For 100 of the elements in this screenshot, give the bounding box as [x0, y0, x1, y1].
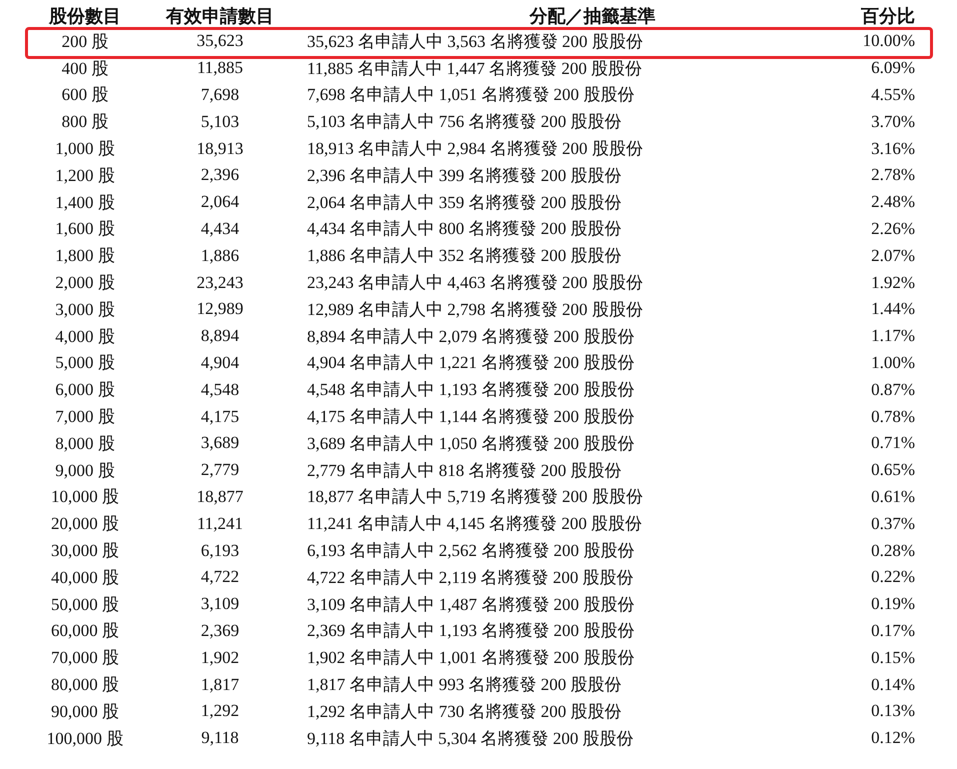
table-cell: 1.92% [871, 272, 915, 293]
table-cell: 0.78% [871, 406, 915, 427]
table-cell: 4,722 [200, 567, 240, 588]
column-header: 股份數目 [49, 5, 121, 28]
table-cell: 2.48% [871, 192, 915, 212]
table-cell-text: 1,886 名申請人中 352 名將獲發 200 股股份 [306, 245, 622, 268]
table-cell: 2.78% [871, 165, 915, 186]
table-cell-text: 3,109 名申請人中 1,487 名將獲發 200 股股份 [306, 594, 636, 616]
table-cell-text: 9,000 股 [55, 460, 115, 482]
table-cell: 0.28% [871, 540, 915, 561]
table-cell: 4.55% [871, 84, 915, 105]
table-cell-text: 600 股 [62, 84, 108, 106]
table-cell-text: 35,623 名申請人中 3,563 名將獲發 200 股股份 [306, 30, 644, 53]
table-cell: 1,902 [200, 648, 240, 668]
table-cell-text: 8,000 股 [55, 432, 115, 455]
table-cell: 11,241 [196, 514, 244, 534]
table-cell: 0.13% [871, 701, 915, 722]
table-cell: 0.14% [871, 674, 915, 695]
table-cell-text: 1,200 股 [55, 164, 115, 187]
table-cell-text: 2,064 名申請人中 359 名將獲發 200 股股份 [306, 192, 622, 214]
table-cell: 2,064 [200, 192, 240, 212]
table-cell: 0.71% [871, 433, 915, 454]
table-cell-text: 7,698 名申請人中 1,051 名將獲發 200 股股份 [306, 84, 636, 106]
table-cell-text: 4,000 股 [55, 326, 115, 348]
table-cell: 0.17% [871, 620, 915, 641]
column-header: 分配／抽籤基準 [528, 5, 656, 28]
table-cell: 0.61% [871, 486, 915, 507]
table-cell: 5,103 [200, 112, 240, 132]
table-cell-text: 200 股 [62, 30, 108, 53]
table-cell: 2,369 [200, 620, 240, 641]
table-cell-text: 2,396 名申請人中 399 名將獲發 200 股股份 [306, 164, 622, 187]
table-cell-text: 60,000 股 [51, 620, 119, 642]
table-cell-text: 18,877 名申請人中 5,719 名將獲發 200 股股份 [306, 486, 644, 508]
table-cell-text: 50,000 股 [51, 594, 119, 616]
table-cell-text: 4,548 名申請人中 1,193 名將獲發 200 股股份 [306, 379, 636, 402]
table-cell-text: 1,292 名申請人中 730 名將獲發 200 股股份 [306, 700, 622, 723]
table-cell: 2.26% [871, 218, 915, 239]
table-cell-text: 80,000 股 [51, 674, 119, 696]
table-cell: 3.70% [871, 112, 915, 132]
table-cell-text: 4,434 名申請人中 800 名將獲發 200 股股份 [306, 218, 622, 240]
table-cell: 1,817 [200, 674, 240, 695]
table-cell-text: 8,894 名申請人中 2,079 名將獲發 200 股股份 [306, 326, 636, 348]
table-cell: 0.19% [871, 594, 915, 614]
table-cell: 8,894 [200, 326, 240, 346]
table-cell-text: 30,000 股 [51, 540, 119, 562]
table-cell-text: 40,000 股 [51, 566, 119, 589]
table-cell: 10.00% [862, 31, 915, 52]
column-header: 百分比 [861, 5, 915, 28]
table-cell: 2,779 [200, 460, 240, 480]
table-cell: 18,877 [196, 486, 244, 507]
table-cell-text: 3,689 名申請人中 1,050 名將獲發 200 股股份 [306, 432, 636, 455]
table-cell-text: 6,000 股 [55, 379, 115, 402]
table-cell-text: 11,885 名申請人中 1,447 名將獲發 200 股股份 [306, 58, 644, 80]
column-header: 有效申請數目 [166, 5, 274, 28]
table-cell: 0.37% [871, 514, 915, 534]
table-cell: 23,243 [196, 272, 244, 293]
table-cell-text: 12,989 名申請人中 2,798 名將獲發 200 股股份 [306, 298, 644, 321]
table-cell-text: 18,913 名申請人中 2,984 名將獲發 200 股股份 [306, 138, 644, 160]
table-cell-text: 11,241 名申請人中 4,145 名將獲發 200 股股份 [306, 513, 644, 536]
table-cell-text: 5,000 股 [55, 352, 115, 374]
table-cell-text: 1,000 股 [55, 138, 115, 160]
table-cell: 1,886 [200, 246, 240, 266]
table-cell-text: 6,193 名申請人中 2,562 名將獲發 200 股股份 [306, 540, 636, 562]
table-cell-text: 1,902 名申請人中 1,001 名將獲發 200 股股份 [306, 647, 636, 670]
table-cell-text: 4,175 名申請人中 1,144 名將獲發 200 股股份 [306, 406, 636, 428]
table-cell: 0.65% [871, 460, 915, 480]
table-cell: 0.12% [871, 728, 915, 748]
table-cell: 1.44% [871, 299, 915, 320]
table-cell-text: 3,000 股 [55, 298, 115, 321]
table-cell-text: 4,904 名申請人中 1,221 名將獲發 200 股股份 [306, 352, 636, 374]
table-cell: 12,989 [196, 299, 244, 320]
table-cell: 3,689 [200, 433, 240, 454]
table-cell-text: 1,600 股 [55, 218, 115, 240]
table-cell: 4,434 [200, 218, 240, 239]
table-cell: 35,623 [196, 31, 244, 52]
table-cell-text: 1,800 股 [55, 245, 115, 268]
table-cell-text: 400 股 [62, 58, 108, 80]
table-cell-text: 9,118 名申請人中 5,304 名將獲發 200 股股份 [306, 728, 635, 750]
table-cell-text: 10,000 股 [51, 486, 119, 508]
table-cell: 4,548 [200, 380, 240, 400]
table-cell-text: 1,817 名申請人中 993 名將獲發 200 股股份 [306, 674, 622, 696]
table-cell: 9,118 [201, 728, 239, 748]
table-cell: 3,109 [200, 594, 240, 614]
table-cell-text: 90,000 股 [51, 700, 119, 723]
table-cell: 1.00% [871, 352, 915, 373]
table-cell-text: 2,000 股 [55, 272, 115, 294]
table-cell: 0.87% [871, 380, 915, 400]
table-cell-text: 5,103 名申請人中 756 名將獲發 200 股股份 [306, 111, 622, 134]
table-cell: 2,396 [200, 165, 240, 186]
table-cell: 4,175 [200, 406, 240, 427]
table-cell: 1.17% [871, 326, 915, 346]
table-cell-text: 2,369 名申請人中 1,193 名將獲發 200 股股份 [306, 620, 636, 642]
table-cell: 11,885 [196, 58, 244, 78]
table-cell: 4,904 [200, 352, 240, 373]
table-cell: 18,913 [196, 138, 244, 159]
table-cell: 6,193 [200, 540, 240, 561]
table-cell-text: 20,000 股 [51, 513, 119, 536]
table-cell-text: 800 股 [62, 111, 108, 134]
table-cell-text: 100,000 股 [46, 728, 124, 750]
table-cell: 1,292 [200, 701, 240, 722]
